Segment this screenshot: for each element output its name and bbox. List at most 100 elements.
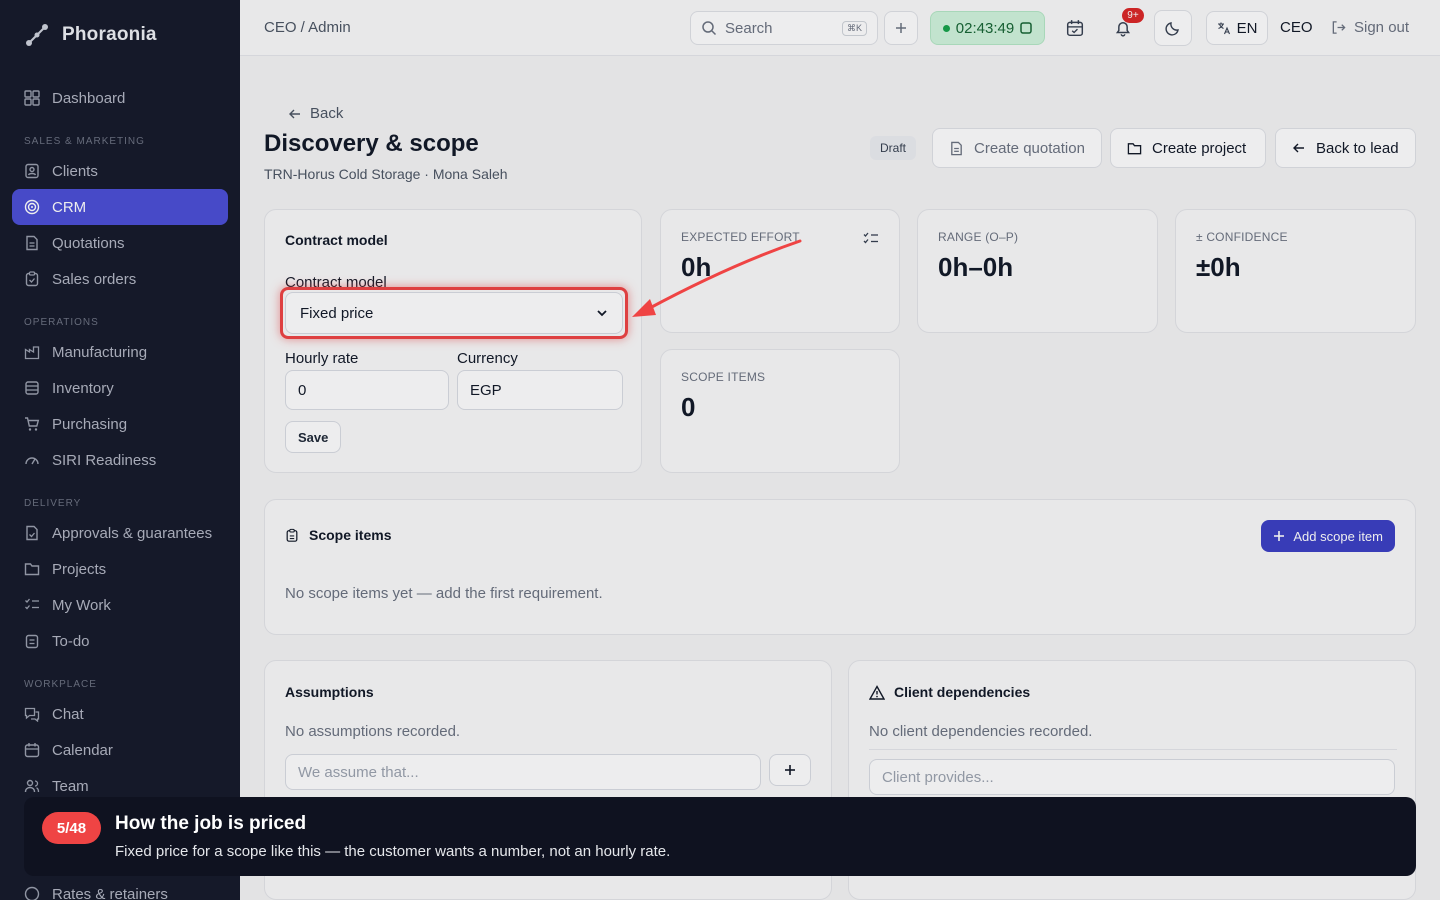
sidebar-item-label: CRM (52, 198, 87, 216)
section-sales-marketing: SALES & MARKETING (24, 136, 145, 147)
sidebar-item-my-work[interactable]: My Work (12, 587, 228, 623)
sidebar-item-label: Chat (52, 705, 84, 723)
document-icon (951, 141, 962, 155)
sidebar-item-label: SIRI Readiness (52, 451, 157, 469)
tour-title: How the job is priced (115, 813, 307, 834)
logo-icon (24, 22, 50, 48)
sidebar-item-label: Purchasing (52, 415, 128, 433)
sidebar-item-chat[interactable]: Chat (12, 696, 228, 732)
translate-icon (1217, 22, 1230, 35)
sidebar-item-dashboard[interactable]: Dashboard (12, 80, 228, 116)
card-title: Assumptions (285, 684, 374, 700)
sidebar-item-inventory[interactable]: Inventory (12, 370, 228, 406)
hourly-rate-label: Hourly rate (285, 350, 359, 367)
currency-input[interactable]: EGP (457, 370, 623, 410)
add-scope-item-label: Add scope item (1293, 528, 1383, 544)
sidebar-item-siri-readiness[interactable]: SIRI Readiness (12, 442, 228, 478)
create-quotation-button[interactable]: Create quotation (932, 128, 1102, 168)
add-assumption-button[interactable] (769, 754, 811, 786)
recording-dot-icon (942, 24, 950, 32)
sidebar-item-projects[interactable]: Projects (12, 551, 228, 587)
create-project-label: Create project (1152, 139, 1247, 157)
sign-out-label: Sign out (1354, 19, 1410, 36)
search-shortcut: ⌘K (841, 20, 867, 36)
notification-badge: 9+ (1122, 8, 1144, 23)
dependency-input[interactable]: Client provides... (869, 759, 1395, 795)
topbar: CEO / Admin Search ⌘K 02:43:49 9+ EN CEO… (240, 0, 1440, 56)
sidebar-item-label: To-do (52, 632, 90, 650)
clipboard-icon (286, 528, 298, 542)
sidebar-item-label: My Work (52, 596, 111, 614)
tour-text: Fixed price for a scope like this — the … (115, 843, 671, 860)
role-label[interactable]: CEO (1280, 19, 1313, 36)
theme-toggle-button[interactable] (1154, 10, 1192, 46)
sidebar-item-label: Team (52, 777, 89, 795)
list-check-icon (25, 598, 39, 610)
create-project-button[interactable]: Create project (1110, 128, 1266, 168)
folder-icon (24, 563, 40, 576)
sign-out-icon (1332, 21, 1346, 34)
tour-arrow-icon (632, 239, 802, 317)
sidebar-item-sales-orders[interactable]: Sales orders (12, 261, 228, 297)
section-delivery: DELIVERY (24, 498, 82, 509)
stat-label: ± CONFIDENCE (1196, 230, 1288, 244)
search-input[interactable]: Search ⌘K (690, 11, 878, 45)
back-label: Back (310, 105, 344, 122)
language-button[interactable]: EN (1206, 11, 1268, 45)
search-icon (702, 21, 717, 36)
sidebar: Phoraonia Dashboard SALES & MARKETING Cl… (0, 0, 240, 900)
arrow-left-icon (289, 109, 300, 118)
todo-icon (25, 634, 39, 649)
sidebar-item-quotations[interactable]: Quotations (12, 225, 228, 261)
checklist-icon (863, 232, 878, 244)
empty-state: No client dependencies recorded. (869, 723, 1093, 740)
empty-state: No assumptions recorded. (285, 723, 461, 740)
card-title: Client dependencies (894, 684, 1031, 700)
sidebar-item-manufacturing[interactable]: Manufacturing (12, 334, 228, 370)
gauge-icon (25, 457, 39, 465)
main-content: CEO / Admin Search ⌘K 02:43:49 9+ EN CEO… (240, 0, 1440, 900)
calendar-icon (24, 743, 40, 758)
team-icon (24, 779, 40, 793)
brand[interactable]: Phoraonia (24, 22, 157, 48)
stop-icon[interactable] (1020, 22, 1032, 34)
assumption-input[interactable]: We assume that... (285, 754, 761, 790)
sidebar-item-rates[interactable]: Rates & retainers (12, 876, 228, 900)
create-quotation-label: Create quotation (974, 139, 1085, 157)
back-to-lead-button[interactable]: Back to lead (1275, 128, 1416, 168)
stat-value: 0h–0h (938, 252, 1014, 282)
folder-icon (1127, 142, 1142, 154)
stat-value: 0 (681, 392, 696, 422)
add-scope-item-button[interactable]: Add scope item (1261, 520, 1395, 552)
sign-out-button[interactable]: Sign out (1331, 19, 1409, 36)
time-tracker[interactable]: 02:43:49 (930, 11, 1045, 45)
dependencies-header: Client dependencies (869, 684, 1030, 700)
crm-icon (24, 199, 40, 215)
section-workplace: WORKPLACE (24, 679, 97, 690)
empty-state: No scope items yet — add the first requi… (285, 585, 603, 602)
page-subtitle: TRN-Horus Cold Storage · Mona Saleh (264, 166, 508, 182)
sidebar-item-crm[interactable]: CRM (12, 189, 228, 225)
document-icon (26, 235, 38, 251)
back-link[interactable]: Back (288, 105, 343, 122)
range-card: RANGE (O–P) 0h–0h (917, 209, 1158, 333)
sidebar-item-label: Rates & retainers (52, 885, 168, 900)
sidebar-item-label: Clients (52, 162, 98, 180)
quick-add-button[interactable] (884, 11, 918, 45)
hourly-rate-input[interactable]: 0 (285, 370, 449, 410)
sidebar-item-label: Dashboard (52, 89, 126, 107)
calendar-button[interactable] (1058, 11, 1092, 45)
sidebar-item-to-do[interactable]: To-do (12, 623, 228, 659)
tour-step-badge: 5/48 (42, 812, 101, 844)
stat-value: ±0h (1196, 252, 1241, 282)
breadcrumb: CEO / Admin (264, 19, 351, 36)
tour-banner: 5/48 How the job is priced Fixed price f… (24, 797, 1416, 876)
sidebar-item-clients[interactable]: Clients (12, 153, 228, 189)
sidebar-item-calendar[interactable]: Calendar (12, 732, 228, 768)
plus-icon (1274, 531, 1285, 541)
inventory-icon (25, 381, 39, 395)
sidebar-item-approvals[interactable]: Approvals & guarantees (12, 515, 228, 551)
sidebar-item-purchasing[interactable]: Purchasing (12, 406, 228, 442)
sidebar-item-label: Manufacturing (52, 343, 148, 361)
save-button[interactable]: Save (285, 421, 342, 453)
